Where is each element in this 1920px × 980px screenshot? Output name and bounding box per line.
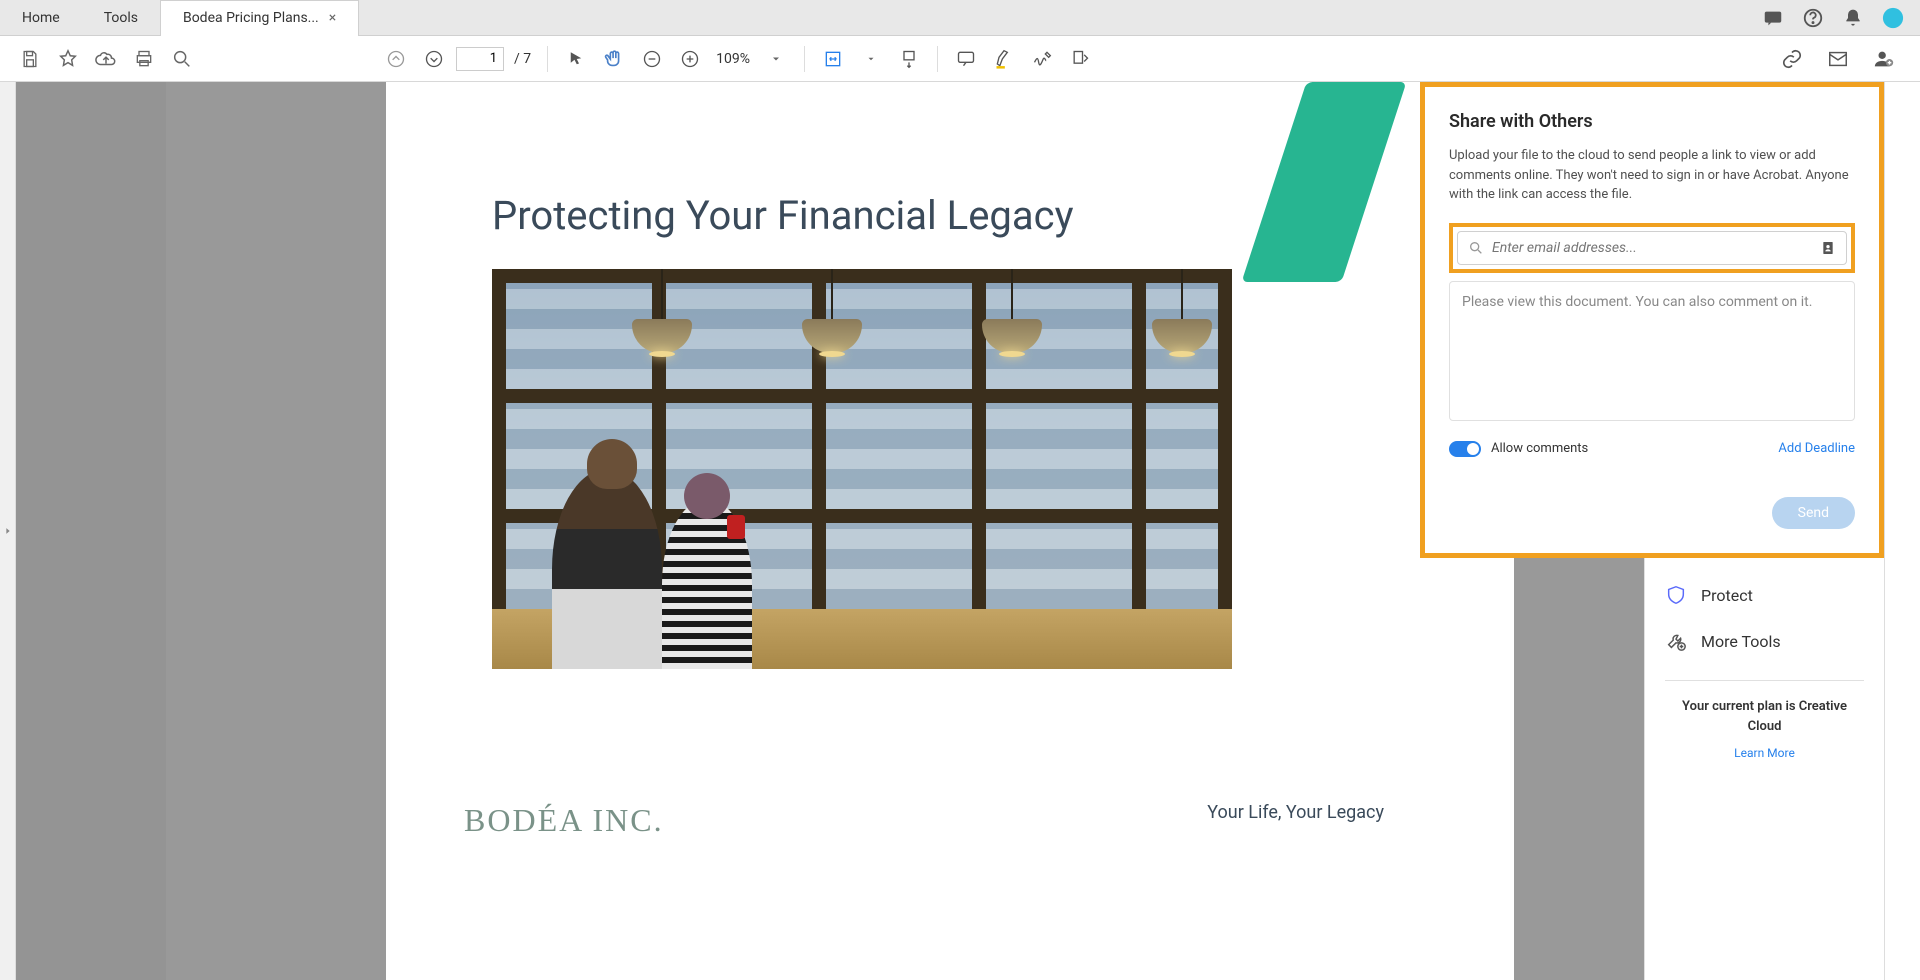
company-logo: BODÉA INC.	[464, 802, 664, 839]
fit-width-icon[interactable]	[817, 43, 849, 75]
star-icon[interactable]	[52, 43, 84, 75]
share-panel-title: Share with Others	[1449, 111, 1855, 132]
sign-icon[interactable]	[1026, 43, 1058, 75]
tab-bar: Home Tools Bodea Pricing Plans... ×	[0, 0, 1920, 36]
main-area: Protecting Your Financial Legacy	[0, 82, 1920, 980]
notifications-icon[interactable]	[1842, 7, 1864, 29]
allow-comments-toggle-wrap: Allow comments	[1449, 441, 1588, 457]
share-panel-description: Upload your file to the cloud to send pe…	[1449, 146, 1855, 205]
decorative-green-shape	[1242, 82, 1407, 282]
toolbar: / 7 109%	[0, 36, 1920, 82]
email-input-container[interactable]	[1457, 231, 1847, 265]
shield-icon	[1665, 584, 1687, 606]
expand-left-rail-icon[interactable]	[3, 524, 13, 538]
page-down-icon[interactable]	[418, 43, 450, 75]
tab-home[interactable]: Home	[0, 0, 82, 36]
fit-dropdown-icon[interactable]	[855, 43, 887, 75]
hand-tool-icon[interactable]	[598, 43, 630, 75]
invite-people-icon[interactable]	[1868, 43, 1900, 75]
stamp-icon[interactable]	[1064, 43, 1096, 75]
link-share-icon[interactable]	[1776, 43, 1808, 75]
right-rail[interactable]	[1884, 82, 1920, 980]
tool-more-tools[interactable]: More Tools	[1645, 618, 1884, 664]
wrench-plus-icon	[1665, 630, 1687, 652]
cloud-upload-icon[interactable]	[90, 43, 122, 75]
tool-more-tools-label: More Tools	[1701, 632, 1781, 651]
comment-icon[interactable]	[950, 43, 982, 75]
zoom-dropdown-icon[interactable]	[760, 43, 792, 75]
highlight-icon[interactable]	[988, 43, 1020, 75]
share-options-row: Allow comments Add Deadline	[1449, 441, 1855, 457]
scroll-mode-icon[interactable]	[893, 43, 925, 75]
document-tagline: Your Life, Your Legacy	[1207, 802, 1384, 823]
tool-protect[interactable]: Protect	[1645, 572, 1884, 618]
save-icon[interactable]	[14, 43, 46, 75]
tab-document-label: Bodea Pricing Plans...	[183, 10, 319, 26]
account-avatar[interactable]	[1882, 7, 1904, 29]
help-icon[interactable]	[1802, 7, 1824, 29]
tab-tools[interactable]: Tools	[82, 0, 160, 36]
page-total-label: / 7	[510, 51, 535, 67]
share-panel: Share with Others Upload your file to th…	[1420, 82, 1884, 558]
document-hero-image	[492, 269, 1232, 669]
zoom-out-icon[interactable]	[636, 43, 668, 75]
zoom-in-icon[interactable]	[674, 43, 706, 75]
tab-document[interactable]: Bodea Pricing Plans... ×	[160, 0, 359, 36]
plan-info-text: Your current plan is Creative Cloud	[1645, 697, 1884, 736]
email-share-icon[interactable]	[1822, 43, 1854, 75]
allow-comments-label: Allow comments	[1491, 441, 1588, 456]
messages-icon[interactable]	[1762, 7, 1784, 29]
learn-more-link[interactable]: Learn More	[1645, 746, 1884, 760]
close-tab-icon[interactable]: ×	[329, 10, 336, 26]
tool-protect-label: Protect	[1701, 586, 1753, 605]
message-textarea[interactable]: Please view this document. You can also …	[1449, 281, 1855, 421]
page-up-icon[interactable]	[380, 43, 412, 75]
find-icon[interactable]	[166, 43, 198, 75]
left-rail[interactable]	[0, 82, 16, 980]
send-button[interactable]: Send	[1772, 497, 1855, 529]
tabbar-right-icons	[1762, 7, 1920, 29]
print-icon[interactable]	[128, 43, 160, 75]
email-input-highlight	[1449, 223, 1855, 273]
search-icon	[1468, 240, 1484, 256]
zoom-level-label: 109%	[712, 51, 754, 67]
toolbar-right	[1776, 43, 1906, 75]
pointer-tool-icon[interactable]	[560, 43, 592, 75]
page-number-input[interactable]	[456, 47, 504, 71]
pdf-page: Protecting Your Financial Legacy	[386, 82, 1514, 980]
address-book-icon[interactable]	[1820, 240, 1836, 256]
email-address-input[interactable]	[1492, 240, 1820, 256]
allow-comments-toggle[interactable]	[1449, 441, 1481, 457]
add-deadline-link[interactable]: Add Deadline	[1778, 441, 1855, 456]
